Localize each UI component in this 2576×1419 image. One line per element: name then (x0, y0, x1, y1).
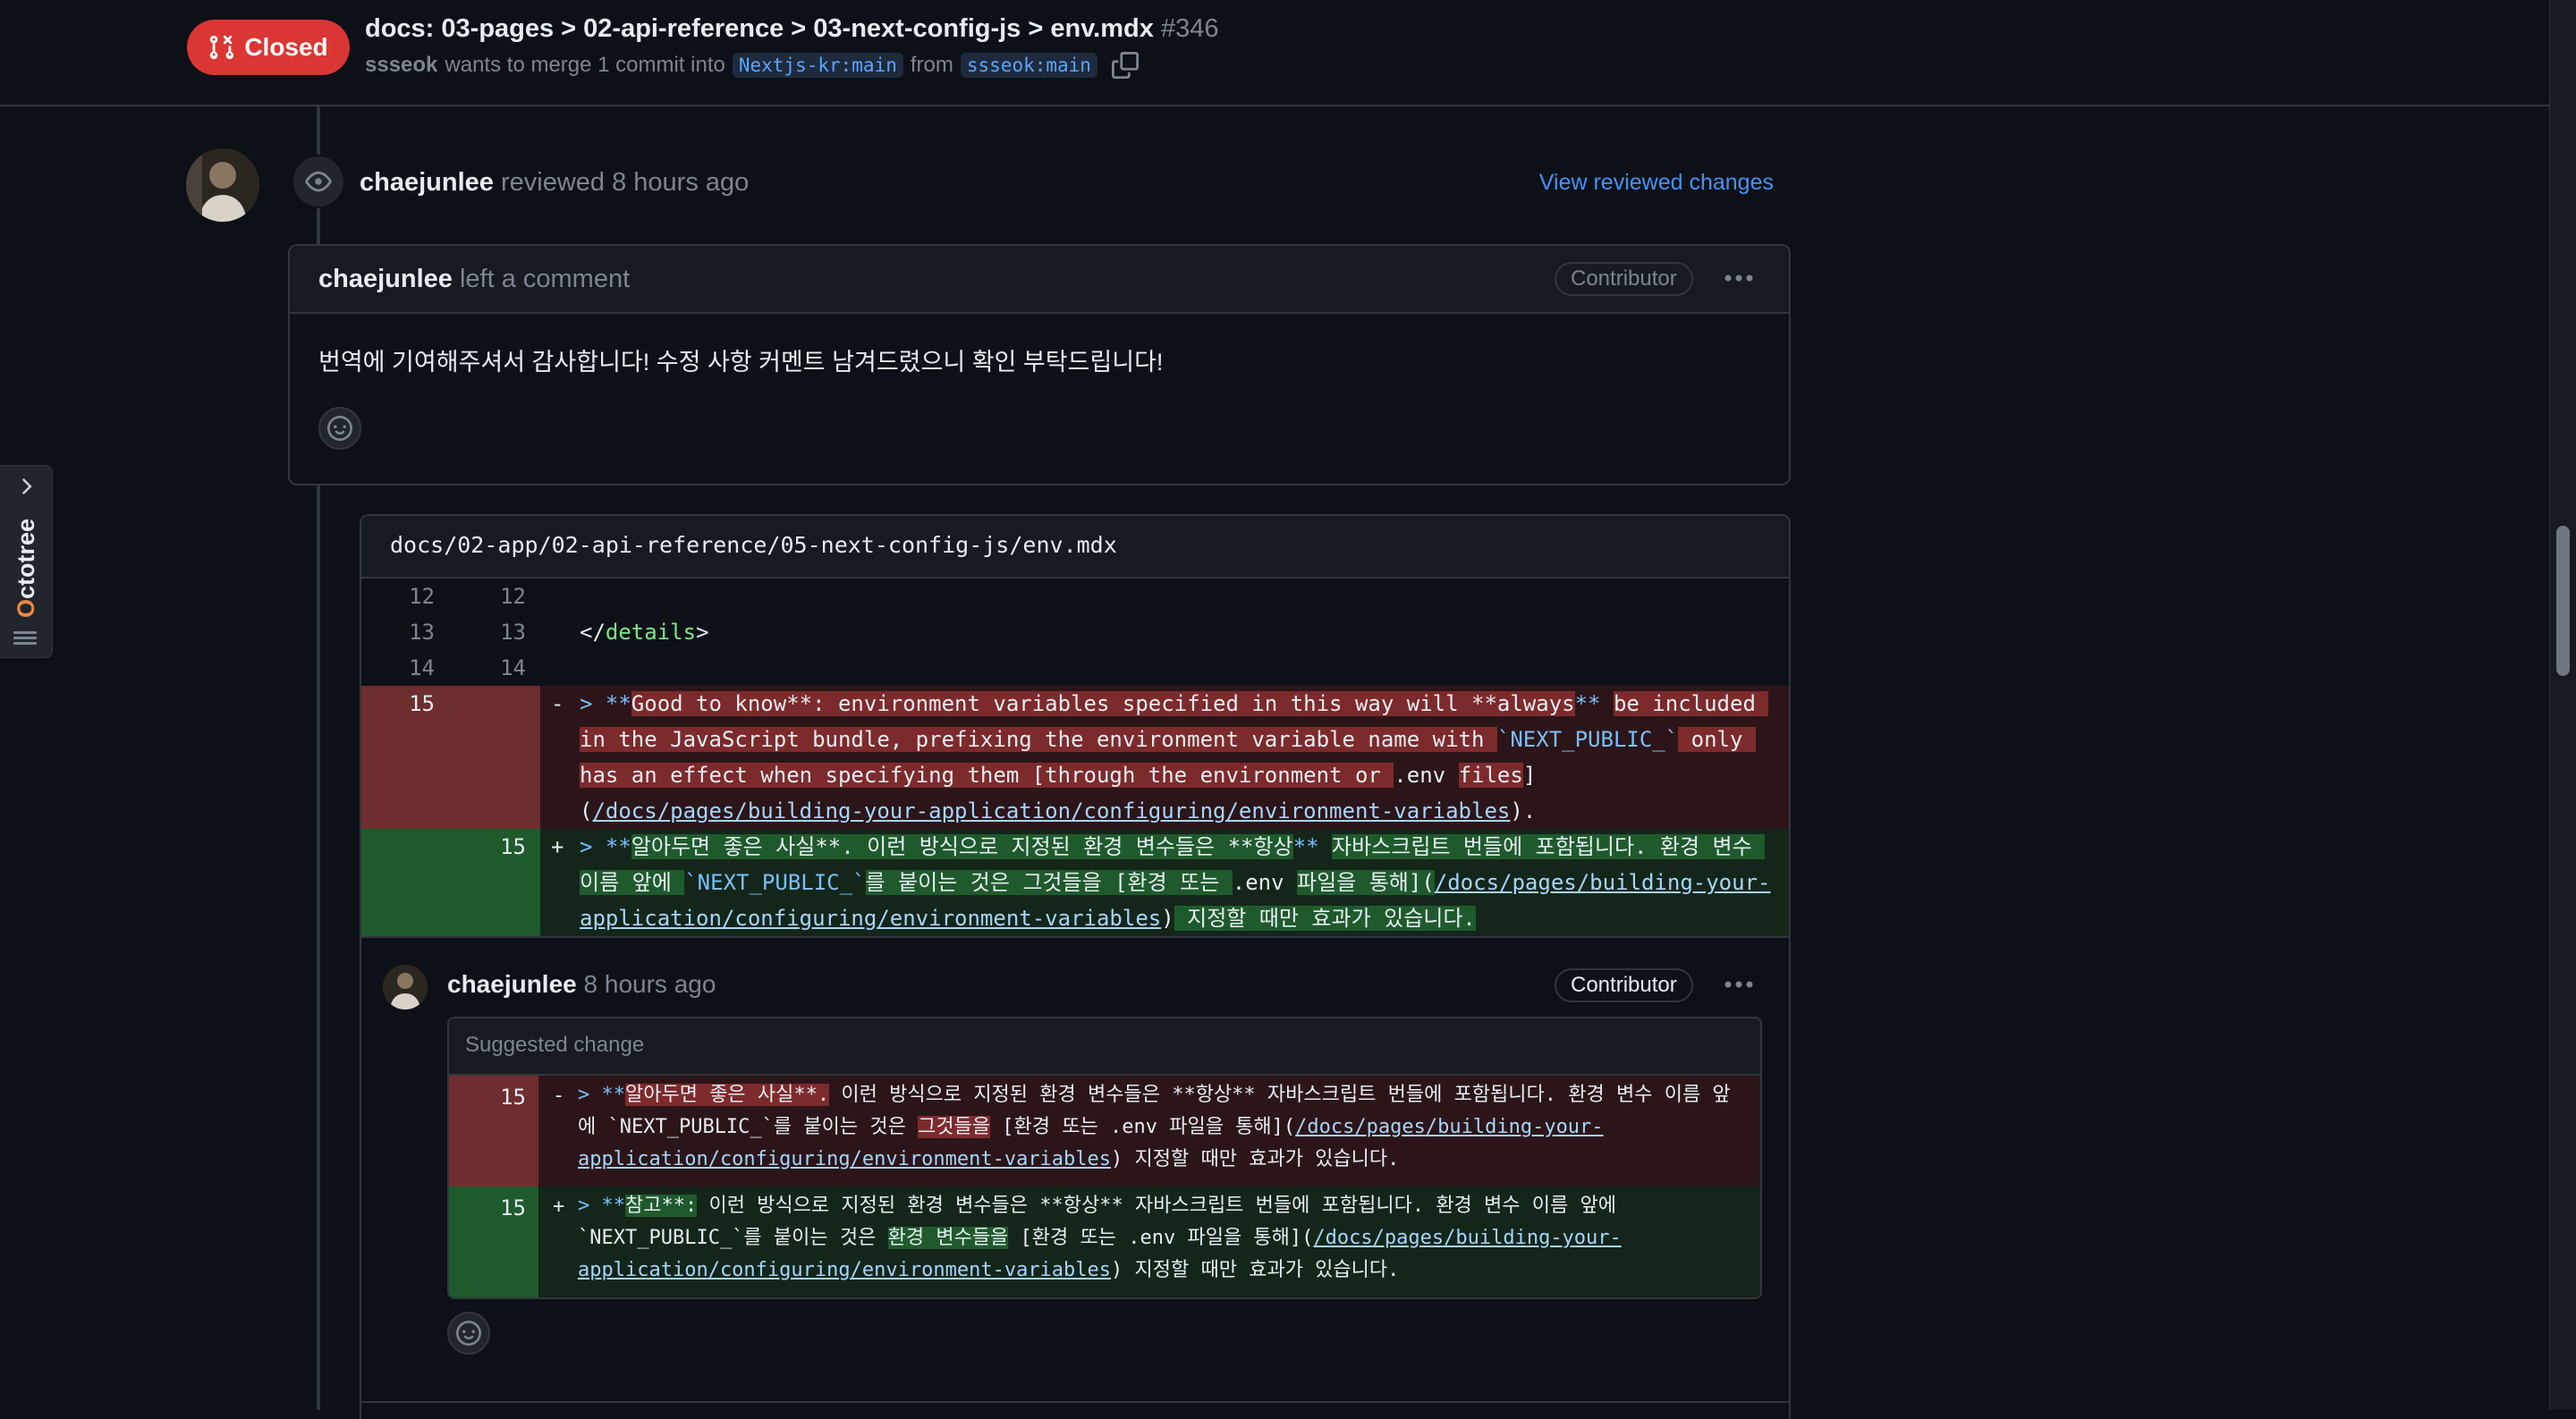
suggestion-code: > **알아두면 좋은 사실**. 이런 방식으로 지정된 환경 변수들은 **… (578, 1084, 1731, 1170)
thread-file-header: docs/02-app/02-api-reference/05-next-con… (361, 516, 1789, 579)
old-line-number[interactable]: 12 (381, 584, 435, 609)
suggestion-deletion-row: 15 - > **알아두면 좋은 사실**. 이런 방식으로 지정된 환경 변수… (449, 1076, 1760, 1187)
drag-handle-icon[interactable] (13, 629, 37, 646)
pr-merge-text: wants to merge 1 commit into (445, 53, 725, 77)
review-header: chaejunlee reviewed 8 hours ago (360, 168, 749, 198)
diff-addition-row: 15 + > **알아두면 좋은 사실**. 이런 방식으로 지정된 환경 변수… (361, 829, 1789, 936)
line-number: 15 (500, 1195, 526, 1221)
pr-meta: ssseok wants to merge 1 commit into Next… (365, 52, 1139, 79)
diff-deletion-row: 15 - > **Good to know**: environment var… (361, 686, 1789, 829)
diff-sign: + (553, 1195, 565, 1218)
next-comment-divider (361, 1401, 1789, 1419)
old-line-number[interactable]: 15 (381, 691, 435, 716)
reply-author[interactable]: chaejunlee (447, 970, 577, 998)
diff-sign: - (551, 691, 564, 716)
file-path[interactable]: docs/02-app/02-api-reference/05-next-con… (390, 532, 1117, 558)
diff-code: > **알아두면 좋은 사실**. 이런 방식으로 지정된 환경 변수들은 **… (580, 834, 1771, 931)
chevron-right-icon (21, 477, 32, 495)
comment-action: left a comment (459, 265, 631, 293)
copy-icon[interactable] (1111, 52, 1139, 79)
pr-author[interactable]: ssseok (365, 53, 437, 78)
kebab-menu-icon[interactable] (1721, 967, 1757, 1002)
head-branch[interactable]: ssseok:main (960, 53, 1097, 78)
review-action: reviewed (500, 168, 606, 197)
kebab-menu-icon[interactable] (1721, 260, 1757, 296)
line-number: 15 (500, 1085, 526, 1110)
reviewer-name[interactable]: chaejunlee (360, 168, 494, 197)
reply-comment-header: chaejunlee 8 hours ago (447, 970, 716, 999)
diff-sign: + (551, 834, 564, 859)
eye-icon (292, 155, 345, 208)
new-line-number[interactable]: 12 (472, 584, 526, 609)
comment-body: 번역에 기여해주셔서 감사합니다! 수정 사항 커멘트 남겨드렸으니 확인 부탁… (318, 349, 1164, 376)
diff-context-row: 12 12 (361, 579, 1789, 614)
octotree-toggle[interactable]: Octotree (0, 465, 53, 658)
reply-time[interactable]: 8 hours ago (584, 970, 716, 998)
suggested-change: Suggested change 15 - > **알아두면 좋은 사실**. … (447, 1017, 1762, 1299)
contributor-badge: Contributor (1555, 968, 1693, 1002)
pr-sticky-header: Closed docs: 03-pages > 02-api-reference… (0, 0, 2549, 106)
review-time[interactable]: 8 hours ago (612, 168, 749, 197)
old-line-number[interactable]: 13 (381, 620, 435, 645)
diff-code: </details> (580, 620, 709, 645)
page-scrollbar-thumb[interactable] (2556, 526, 2570, 676)
pr-from-text: from (910, 53, 953, 77)
review-thread: docs/02-app/02-api-reference/05-next-con… (360, 514, 1791, 1419)
new-line-number[interactable]: 15 (472, 834, 526, 859)
pr-title-text: docs: 03-pages > 02-api-reference > 03-n… (365, 14, 1154, 43)
diff-context-row: 14 14 (361, 650, 1789, 686)
pr-number: #346 (1160, 14, 1219, 43)
new-line-number[interactable]: 13 (472, 620, 526, 645)
pr-state-label: Closed (244, 33, 328, 61)
add-reaction-button[interactable] (318, 407, 361, 450)
suggestion-code: > **참고**: 이런 방식으로 지정된 환경 변수들은 **항상** 자바스… (578, 1195, 1629, 1281)
diff-code: > **Good to know**: environment variable… (580, 691, 1769, 824)
comment-author-line: chaejunlee left a comment (318, 265, 630, 294)
octotree-label: Octotree (13, 518, 39, 618)
comment-header: chaejunlee left a comment Contributor (290, 246, 1789, 314)
smiley-icon (327, 416, 352, 441)
add-reaction-button[interactable] (447, 1312, 490, 1355)
view-reviewed-changes-link[interactable]: View reviewed changes (1539, 170, 1774, 196)
pr-title[interactable]: docs: 03-pages > 02-api-reference > 03-n… (365, 14, 1218, 44)
avatar[interactable] (383, 965, 428, 1009)
contributor-badge: Contributor (1555, 262, 1693, 296)
comment-author[interactable]: chaejunlee (318, 265, 453, 293)
pr-state-badge: Closed (187, 20, 350, 75)
avatar[interactable] (186, 148, 259, 222)
old-line-number[interactable]: 14 (381, 655, 435, 680)
diff-context-row: 13 13 </details> (361, 614, 1789, 650)
suggestion-addition-row: 15 + > **참고**: 이런 방식으로 지정된 환경 변수들은 **항상*… (449, 1187, 1760, 1297)
pull-request-closed-icon (210, 35, 234, 60)
smiley-icon (456, 1321, 481, 1346)
diff-sign: - (553, 1085, 565, 1107)
base-branch[interactable]: Nextjs-kr:main (732, 53, 903, 78)
suggested-change-title: Suggested change (465, 1033, 645, 1057)
new-line-number[interactable]: 14 (472, 655, 526, 680)
review-comment: chaejunlee left a comment Contributor 번역… (288, 244, 1791, 486)
suggested-change-header: Suggested change (449, 1018, 1760, 1076)
page-scrollbar-track[interactable] (2549, 0, 2576, 1409)
